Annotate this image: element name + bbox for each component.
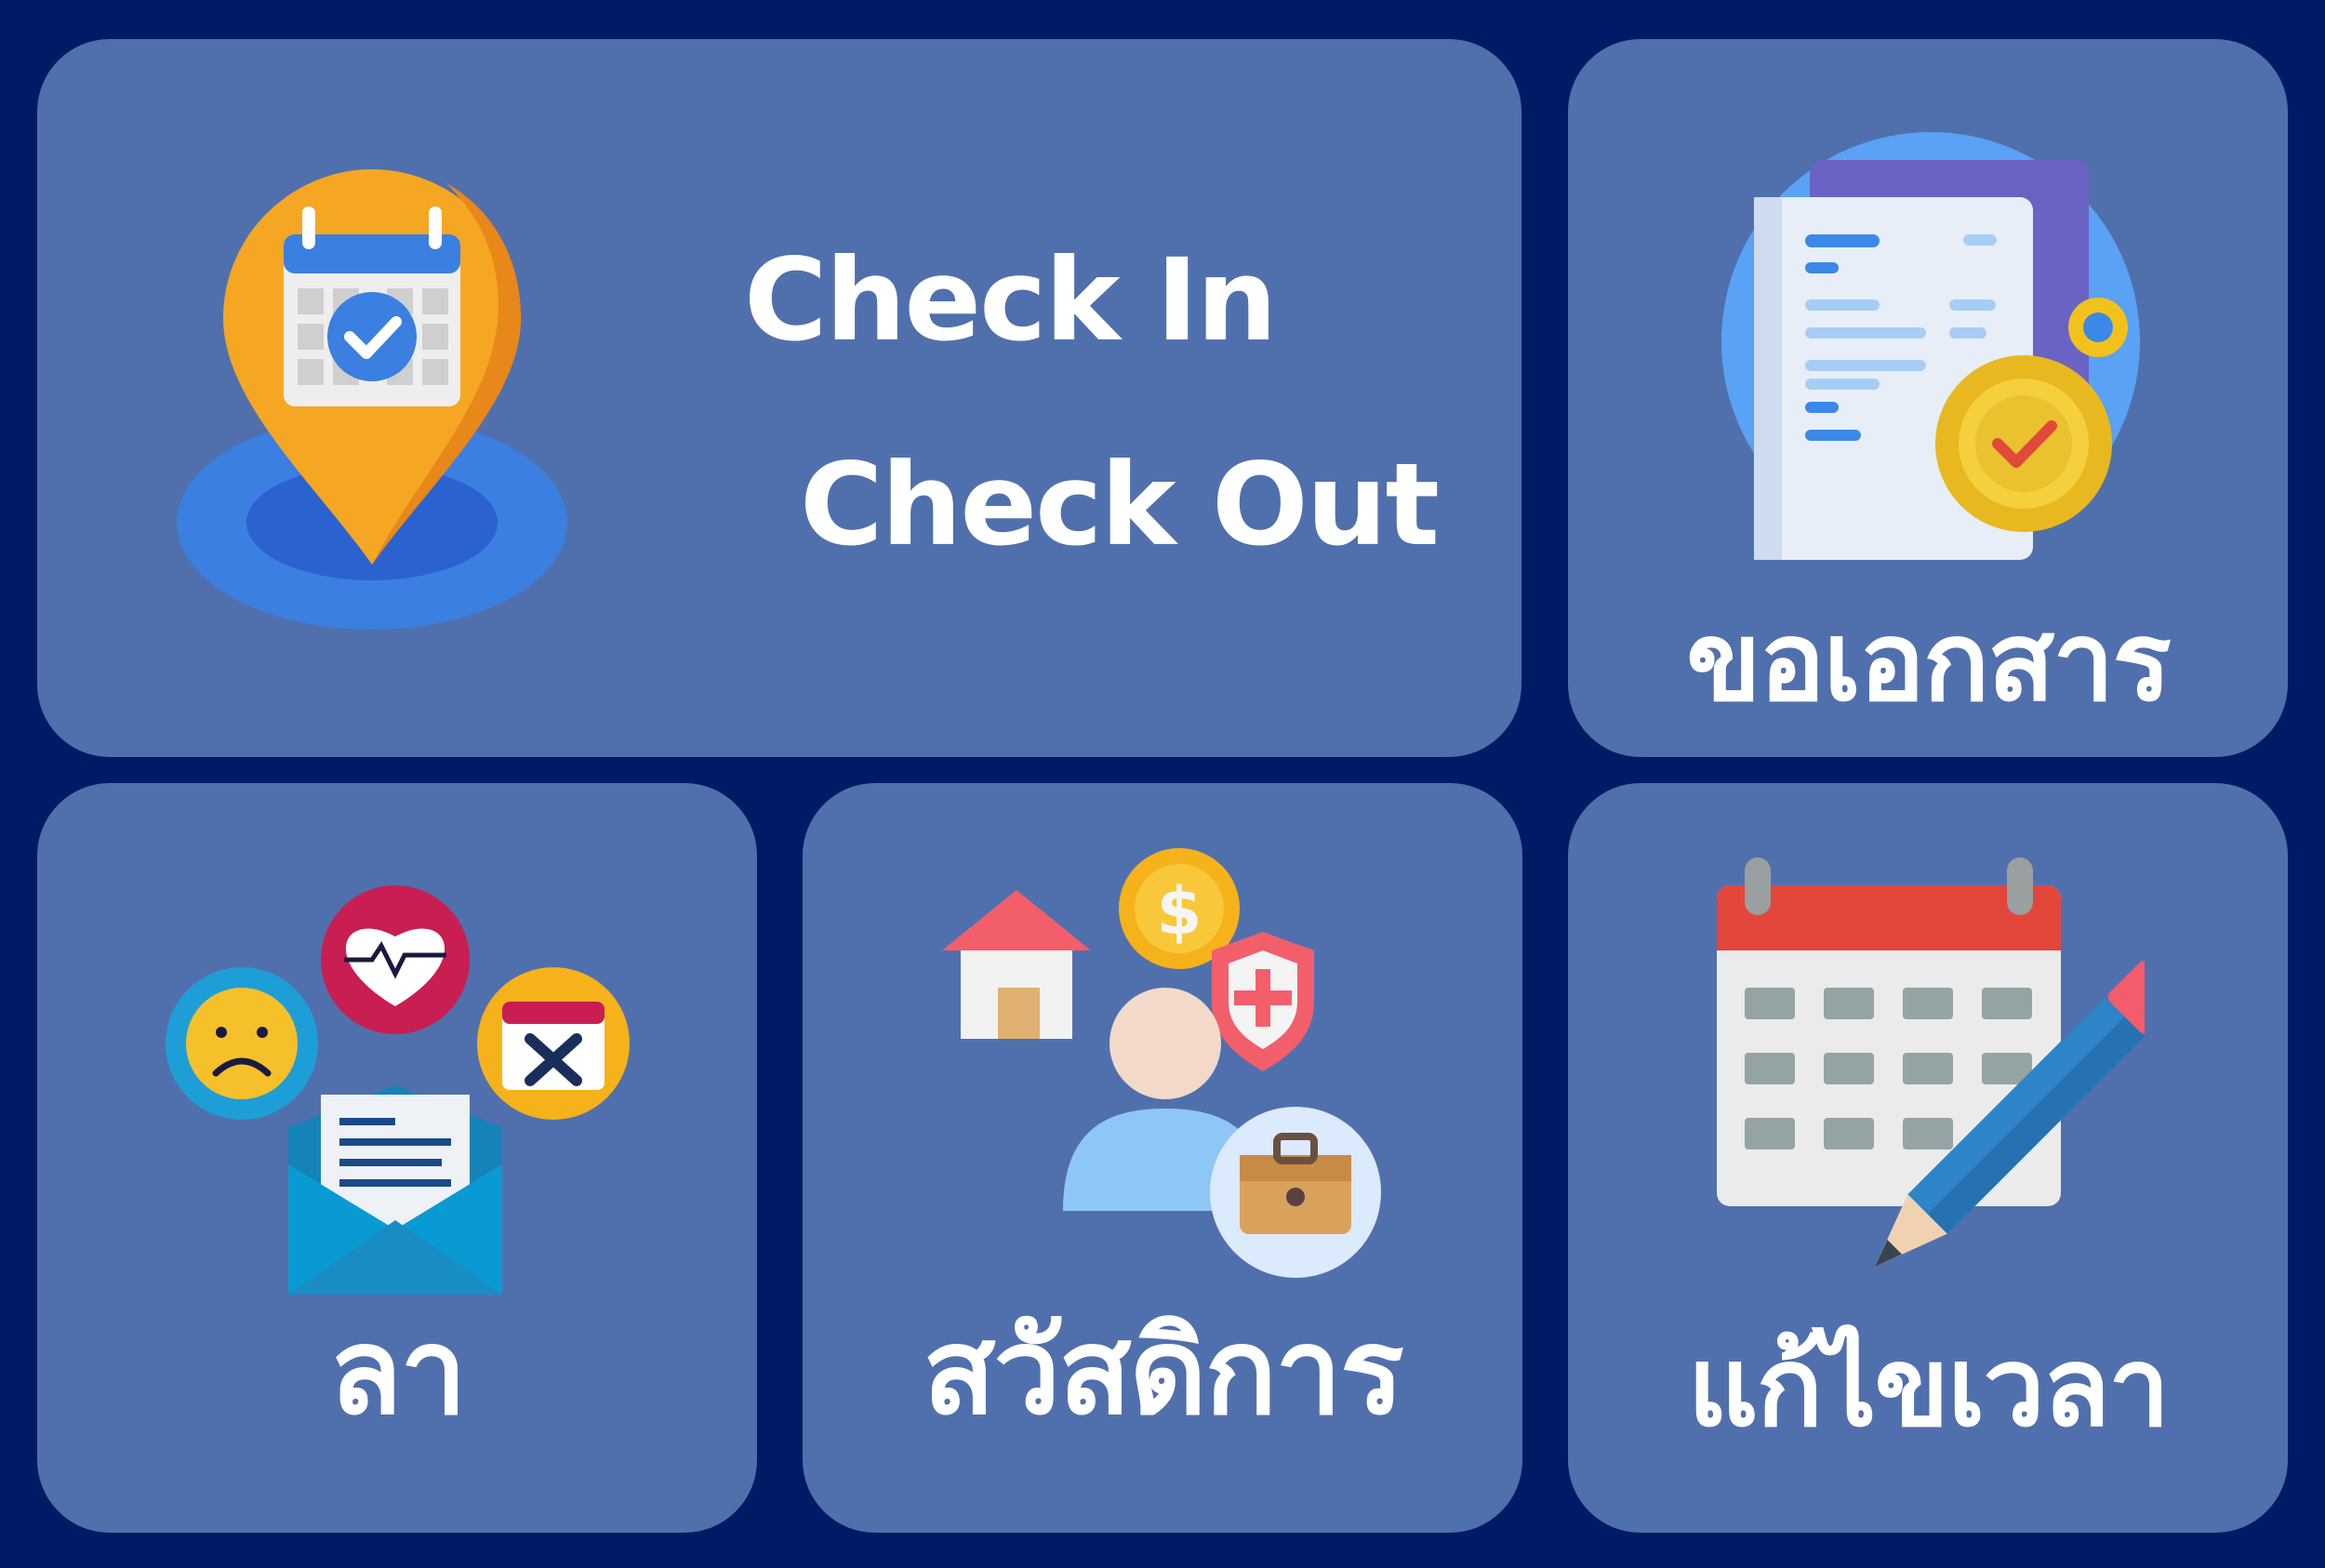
welfare-label: สวัสดิการ <box>923 1303 1403 1442</box>
leave-tile[interactable]: ลา <box>37 783 757 1533</box>
request-documents-label: ขอเอกสาร <box>1686 597 2172 725</box>
document-gear-check-icon <box>1721 132 2140 560</box>
checkout-label: Check Out <box>800 439 1440 571</box>
checkin-checkout-tile[interactable]: Check In Check Out <box>37 39 1521 757</box>
edit-time-tile[interactable]: แก้ไขเวลา <box>1568 783 2288 1533</box>
calendar-pencil-icon <box>1717 857 2145 1267</box>
employee-benefits-icon: $ <box>942 848 1381 1278</box>
envelope-leave-reasons-icon <box>166 885 630 1295</box>
svg-text:$: $ <box>1157 873 1202 950</box>
location-pin-calendar-icon <box>177 169 567 630</box>
checkin-label: Check In <box>744 234 1277 366</box>
request-documents-tile[interactable]: ขอเอกสาร <box>1568 39 2288 757</box>
leave-label: ลา <box>328 1303 467 1442</box>
edit-time-label: แก้ไขเวลา <box>1687 1322 2171 1451</box>
welfare-tile[interactable]: $ สวัสดิการ <box>803 783 1522 1533</box>
